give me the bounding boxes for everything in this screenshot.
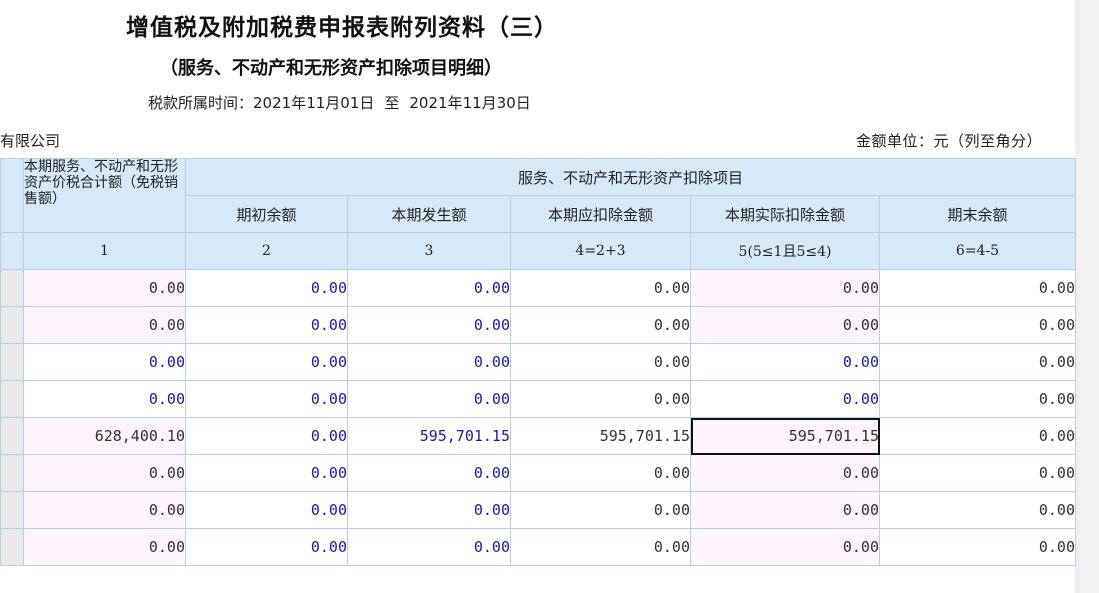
cell-col5: 0.00 [690, 306, 880, 344]
row-gutter [0, 343, 24, 381]
row-gutter [0, 380, 24, 418]
cell-col2[interactable]: 0.00 [185, 528, 348, 566]
cell-col2[interactable]: 0.00 [185, 306, 348, 344]
cell-col5: 0.00 [690, 269, 880, 307]
row-gutter [0, 417, 24, 455]
col-index-3: 3 [347, 232, 511, 270]
row-gutter [0, 528, 24, 566]
col-index-4: 4=2+3 [510, 232, 691, 270]
table-row: 0.00 0.00 0.00 0.00 0.00 0.00 [0, 306, 1076, 344]
cell-col4: 0.00 [510, 269, 691, 307]
col-index-5: 5(5≤1且5≤4) [690, 232, 880, 270]
cell-col6: 0.00 [879, 269, 1076, 307]
cell-col5: 0.00 [690, 491, 880, 529]
cell-col1: 0.00 [23, 454, 186, 492]
table-row: 0.00 0.00 0.00 0.00 0.00 0.00 [0, 269, 1076, 307]
cell-col3[interactable]: 0.00 [347, 491, 511, 529]
col-header-3: 本期发生额 [347, 195, 511, 233]
cell-col2[interactable]: 0.00 [185, 380, 348, 418]
col-header-2: 期初余额 [185, 195, 348, 233]
cell-col3[interactable]: 0.00 [347, 306, 511, 344]
cell-col2[interactable]: 0.00 [185, 454, 348, 492]
form-subtitle: （服务、不动产和无形资产扣除项目明细） [160, 58, 502, 79]
cell-col5[interactable]: 0.00 [690, 380, 880, 418]
cell-col1: 628,400.10 [23, 417, 186, 455]
form-title: 增值税及附加税费申报表附列资料（三） [126, 15, 558, 41]
col-index-2: 2 [185, 232, 348, 270]
cell-col1[interactable]: 0.00 [23, 343, 186, 381]
cell-col3[interactable]: 0.00 [347, 269, 511, 307]
cell-col2[interactable]: 0.00 [185, 269, 348, 307]
cell-col5: 0.00 [690, 454, 880, 492]
cell-col3[interactable]: 0.00 [347, 454, 511, 492]
group-header: 服务、不动产和无形资产扣除项目 [185, 158, 1076, 196]
row-gutter [0, 454, 24, 492]
table-row: 0.00 0.00 0.00 0.00 0.00 0.00 [0, 491, 1076, 529]
cell-col4: 595,701.15 [510, 417, 691, 455]
table-row: 0.00 0.00 0.00 0.00 0.00 0.00 [0, 380, 1076, 418]
cell-col6: 0.00 [879, 528, 1076, 566]
cell-col2[interactable]: 0.00 [185, 491, 348, 529]
col-header-1: 本期服务、不动产和无形资产价税合计额（免税销售额） [23, 158, 186, 233]
cell-col4: 0.00 [510, 491, 691, 529]
col-index-1: 1 [23, 232, 186, 270]
col-header-5: 本期实际扣除金额 [690, 195, 880, 233]
col-header-6: 期末余额 [879, 195, 1076, 233]
cell-col5-selected[interactable]: 595,701.15 [690, 417, 880, 455]
row-gutter [0, 491, 24, 529]
right-scroll-area[interactable] [1075, 0, 1099, 593]
cell-col3[interactable]: 0.00 [347, 343, 511, 381]
amount-unit: 金额单位：元（列至角分） [856, 132, 1043, 150]
period-end: 2021年11月30日 [409, 94, 531, 112]
cell-col2[interactable]: 0.00 [185, 417, 348, 455]
tax-period: 税款所属时间：2021年11月01日至 2021年11月30日 [148, 92, 541, 113]
cell-col6: 0.00 [879, 380, 1076, 418]
cell-col1[interactable]: 0.00 [23, 380, 186, 418]
row-gutter [0, 306, 24, 344]
gutter-header [0, 158, 24, 233]
cell-col6: 0.00 [879, 306, 1076, 344]
cell-col6: 0.00 [879, 343, 1076, 381]
company-name: 有限公司 [0, 132, 61, 150]
table-row: 0.00 0.00 0.00 0.00 0.00 0.00 [0, 528, 1076, 566]
col-index-6: 6=4-5 [879, 232, 1076, 270]
cell-col4: 0.00 [510, 528, 691, 566]
period-label: 税款所属时间： [148, 94, 254, 112]
deduction-table: 本期服务、不动产和无形资产价税合计额（免税销售额） 服务、不动产和无形资产扣除项… [0, 158, 1076, 566]
cell-col4: 0.00 [510, 454, 691, 492]
table-row: 0.00 0.00 0.00 0.00 0.00 0.00 [0, 343, 1076, 381]
period-start: 2021年11月01日 [253, 94, 375, 112]
cell-col6: 0.00 [879, 491, 1076, 529]
period-to: 至 [384, 94, 400, 112]
cell-col3[interactable]: 0.00 [347, 528, 511, 566]
col-header-4: 本期应扣除金额 [510, 195, 691, 233]
table-row: 628,400.10 0.00 595,701.15 595,701.15 59… [0, 417, 1076, 455]
row-gutter [0, 269, 24, 307]
cell-col6: 0.00 [879, 417, 1076, 455]
gutter-index [0, 232, 24, 270]
cell-col4: 0.00 [510, 343, 691, 381]
cell-col2[interactable]: 0.00 [185, 343, 348, 381]
cell-col6: 0.00 [879, 454, 1076, 492]
cell-col1: 0.00 [23, 528, 186, 566]
cell-col3[interactable]: 0.00 [347, 380, 511, 418]
cell-col1: 0.00 [23, 491, 186, 529]
cell-col1: 0.00 [23, 306, 186, 344]
cell-col5[interactable]: 0.00 [690, 343, 880, 381]
cell-col4: 0.00 [510, 380, 691, 418]
cell-col1: 0.00 [23, 269, 186, 307]
cell-col4: 0.00 [510, 306, 691, 344]
table-row: 0.00 0.00 0.00 0.00 0.00 0.00 [0, 454, 1076, 492]
cell-col3[interactable]: 595,701.15 [347, 417, 511, 455]
cell-col5: 0.00 [690, 528, 880, 566]
